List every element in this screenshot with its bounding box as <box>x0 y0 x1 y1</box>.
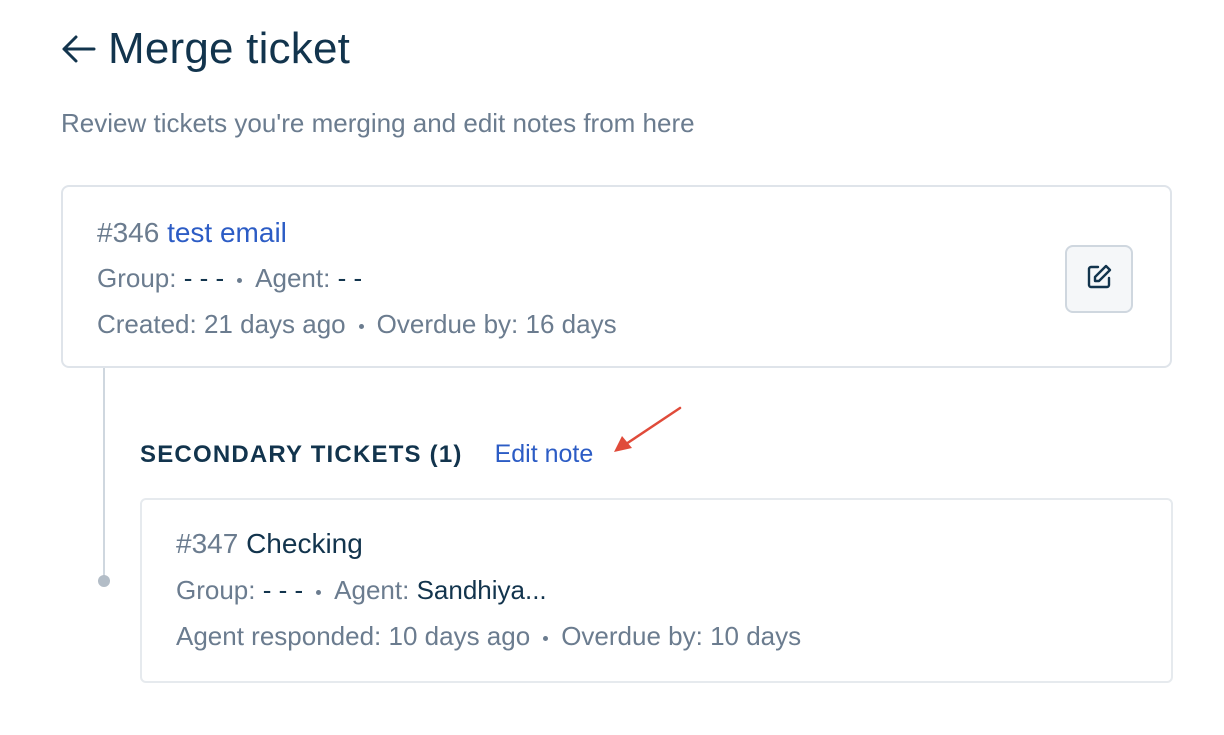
responded-label: Agent responded: <box>176 621 382 651</box>
edit-note-link[interactable]: Edit note <box>495 440 594 469</box>
created-value: 21 days ago <box>203 309 346 339</box>
responded-value: 10 days ago <box>388 621 531 651</box>
edit-icon <box>1085 263 1113 296</box>
page-header: Merge ticket <box>60 20 350 78</box>
primary-ticket-dates: Created: 21 days ago Overdue by: 16 days <box>97 309 617 340</box>
group-value: - - - <box>183 263 225 293</box>
ticket-subject-link[interactable]: test email <box>167 217 287 248</box>
timeline-connector <box>103 368 105 578</box>
secondary-ticket-title: #347 Checking <box>176 528 363 560</box>
merge-ticket-page: Merge ticket Review tickets you're mergi… <box>0 0 1224 735</box>
secondary-ticket-dates: Agent responded: 10 days ago Overdue by:… <box>176 621 801 652</box>
primary-ticket-card: #346 test email Group: - - - Agent: - - … <box>61 185 1172 368</box>
primary-ticket-title: #346 test email <box>97 217 287 249</box>
agent-value: Sandhiya... <box>416 575 547 605</box>
ticket-id: #347 <box>176 528 239 559</box>
separator-dot <box>237 278 243 283</box>
annotation-arrow-icon <box>614 406 682 452</box>
agent-label: Agent: <box>255 263 331 293</box>
secondary-tickets-heading: SECONDARY TICKETS (1) Edit note <box>140 440 593 469</box>
separator-dot <box>358 324 364 329</box>
overdue-label: Overdue by: <box>376 309 519 339</box>
ticket-id: #346 <box>97 217 160 248</box>
arrow-left-icon[interactable] <box>60 20 98 78</box>
secondary-ticket-card: #347 Checking Group: - - - Agent: Sandhi… <box>140 498 1173 683</box>
agent-value: - - <box>337 263 363 293</box>
edit-ticket-button[interactable] <box>1065 245 1133 313</box>
timeline-dot <box>98 575 110 587</box>
separator-dot <box>543 636 549 641</box>
group-value: - - - <box>262 575 304 605</box>
page-subtitle: Review tickets you're merging and edit n… <box>61 108 695 138</box>
overdue-value: 10 days <box>710 621 802 651</box>
separator-dot <box>316 590 322 595</box>
primary-ticket-assignment: Group: - - - Agent: - - <box>97 263 362 294</box>
agent-label: Agent: <box>334 575 410 605</box>
section-label: SECONDARY TICKETS (1) <box>140 440 463 468</box>
group-label: Group: <box>97 263 177 293</box>
overdue-label: Overdue by: <box>561 621 703 651</box>
created-label: Created: <box>97 309 197 339</box>
group-label: Group: <box>176 575 256 605</box>
overdue-value: 16 days <box>525 309 617 339</box>
secondary-ticket-assignment: Group: - - - Agent: Sandhiya... <box>176 575 547 606</box>
ticket-subject[interactable]: Checking <box>246 528 363 559</box>
page-title: Merge ticket <box>108 24 351 73</box>
